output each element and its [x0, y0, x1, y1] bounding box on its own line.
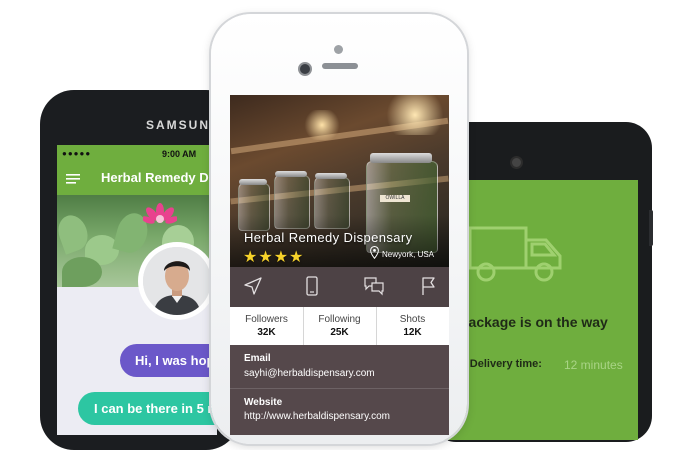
stat-value: 32K [257, 327, 276, 338]
stat-value: 25K [330, 327, 349, 338]
location-text: Newyork, USA [382, 250, 435, 259]
send-icon[interactable] [243, 276, 263, 296]
android-screen [440, 180, 638, 440]
rating-stars: ★★★★ [243, 249, 305, 266]
android-side-button [649, 210, 653, 246]
delivery-time-value: 12 minutes [564, 358, 623, 372]
stat-label: Followers [245, 314, 288, 325]
email-value[interactable]: sayhi@herbaldispensary.com [244, 368, 375, 379]
iphone-camera [298, 62, 312, 76]
app-title: Herbal Remedy Dis [101, 170, 220, 185]
stat-shots[interactable]: Shots 12K [376, 307, 449, 345]
email-label: Email [244, 353, 271, 364]
stat-followers[interactable]: Followers 32K [230, 307, 303, 345]
flower-image [143, 203, 177, 224]
signal-icon: ●●●●● [62, 149, 92, 158]
delivery-headline: package is on the way [460, 314, 608, 330]
chat-bubble-sent: Hi, I was hopi [120, 344, 216, 377]
location-pin-icon [370, 246, 379, 259]
divider [230, 388, 449, 389]
avatar[interactable] [143, 247, 211, 315]
stat-label: Following [318, 314, 361, 325]
jar-label: OWILLA [380, 195, 410, 202]
business-name: Herbal Remedy Dispensary [244, 230, 413, 245]
website-value[interactable]: http://www.herbaldispensary.com [244, 411, 390, 422]
menu-icon[interactable] [66, 174, 80, 184]
stat-label: Shots [399, 314, 426, 325]
android-camera [510, 156, 523, 169]
iphone-speaker [322, 63, 358, 69]
phone-icon[interactable] [302, 276, 322, 296]
avatar-person-icon [143, 247, 211, 315]
flag-icon[interactable] [419, 276, 439, 296]
stat-value: 12K [403, 327, 422, 338]
iphone-sensor [334, 45, 343, 54]
stat-following[interactable]: Following 25K [303, 307, 376, 345]
chat-icon[interactable] [364, 276, 384, 296]
website-label: Website [244, 397, 283, 408]
delivery-time-label: d Delivery time: [460, 358, 542, 370]
delivery-truck-icon [468, 226, 562, 282]
status-time: 9:00 AM [162, 149, 197, 159]
chat-bubble-received: I can be there in 5 r [78, 392, 216, 425]
